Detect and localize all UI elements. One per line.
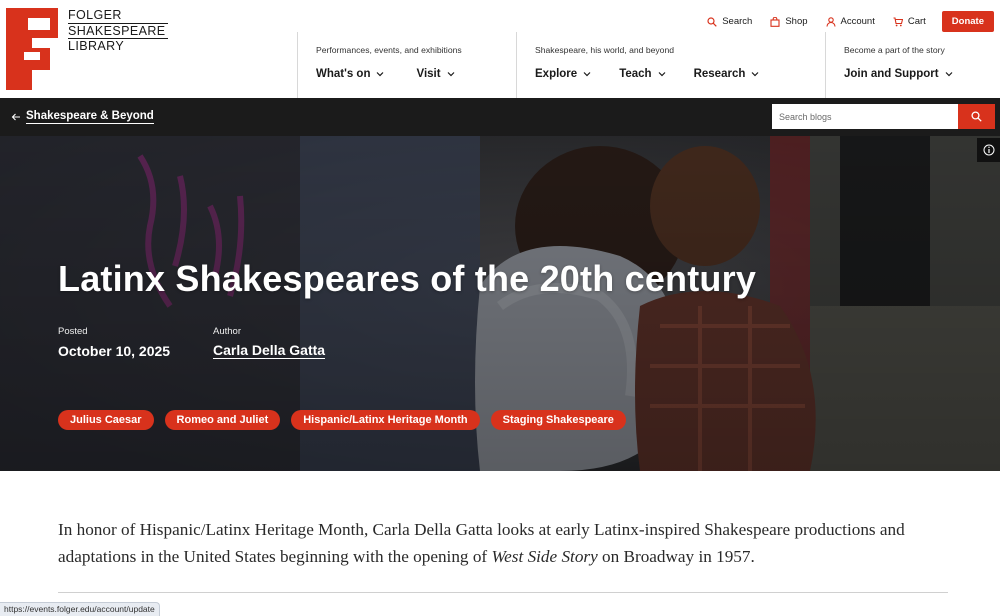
nav-group-performances: Performances, events, and exhibitions Wh… [297, 32, 517, 98]
blog-back-link[interactable]: Shakespeare & Beyond [11, 110, 154, 124]
tag-julius-caesar[interactable]: Julius Caesar [58, 410, 154, 430]
folger-logo[interactable]: FOLGER SHAKESPEARE LIBRARY [6, 8, 168, 90]
nav-item-teach[interactable]: Teach [619, 68, 666, 80]
shop-link[interactable]: Shop [770, 16, 808, 27]
nav-item-label: Teach [619, 68, 652, 80]
nav-item-label: What's on [316, 68, 371, 80]
tag-romeo-and-juliet[interactable]: Romeo and Juliet [164, 410, 281, 430]
account-link-label: Account [840, 16, 875, 27]
chevron-down-icon [377, 72, 384, 77]
utility-bar: Search Shop Account Cart Donate [689, 11, 994, 32]
shopping-bag-icon [770, 16, 780, 27]
nav-caption: Become a part of the story [844, 45, 945, 55]
cart-icon [893, 16, 903, 26]
nav-caption: Shakespeare, his world, and beyond [535, 45, 675, 55]
blog-search-input[interactable] [772, 104, 958, 129]
divider [58, 592, 948, 593]
lede-title-italic: West Side Story [491, 547, 598, 566]
nav-item-visit[interactable]: Visit [416, 68, 454, 80]
nav-group-shakespeare: Shakespeare, his world, and beyond Explo… [516, 32, 825, 98]
site-header: FOLGER SHAKESPEARE LIBRARY Search Shop A… [0, 0, 1000, 98]
author-meta: Author Carla Della Gatta [213, 326, 326, 359]
account-link[interactable]: Account [825, 16, 875, 27]
blog-bar: Shakespeare & Beyond [0, 98, 1000, 136]
chevron-down-icon [945, 72, 952, 77]
lede-text-end: on Broadway in 1957. [597, 547, 755, 566]
blog-search-button[interactable] [958, 104, 995, 129]
article-title: Latinx Shakespeares of the 20th century [58, 258, 757, 299]
arrow-left-icon [11, 113, 20, 121]
image-info-button[interactable] [977, 138, 1000, 162]
tag-list: Julius Caesar Romeo and Juliet Hispanic/… [58, 410, 626, 430]
nav-group-support: Become a part of the story Join and Supp… [825, 32, 1000, 98]
blog-back-label: Shakespeare & Beyond [26, 110, 154, 124]
nav-item-join-and-support[interactable]: Join and Support [844, 68, 953, 80]
logo-wordmark: FOLGER SHAKESPEARE LIBRARY [68, 9, 168, 53]
donate-button[interactable]: Donate [941, 11, 994, 32]
logo-line-2: SHAKESPEARE [68, 23, 166, 38]
folger-f-logo-icon [6, 8, 58, 90]
posted-meta: Posted October 10, 2025 [58, 326, 170, 359]
search-icon [971, 111, 982, 122]
tag-staging-shakespeare[interactable]: Staging Shakespeare [490, 410, 626, 430]
posted-date: October 10, 2025 [58, 343, 171, 359]
article-lede: In honor of Hispanic/Latinx Heritage Mon… [58, 516, 948, 570]
status-bar-url: https://events.folger.edu/account/update [0, 602, 160, 616]
chevron-down-icon [658, 72, 666, 77]
nav-item-label: Visit [416, 68, 441, 80]
nav-item-label: Join and Support [844, 68, 939, 80]
nav-item-label: Research [693, 68, 746, 80]
nav-caption: Performances, events, and exhibitions [316, 45, 462, 55]
cart-link[interactable]: Cart [893, 16, 926, 27]
search-icon [707, 16, 717, 27]
shop-link-label: Shop [785, 16, 808, 27]
logo-line-1: FOLGER [68, 8, 122, 22]
cart-link-label: Cart [907, 16, 926, 27]
tag-hispanic-latinx-heritage-month[interactable]: Hispanic/Latinx Heritage Month [291, 410, 480, 430]
nav-item-explore[interactable]: Explore [535, 68, 591, 80]
logo-line-3: LIBRARY [68, 39, 125, 53]
nav-item-label: Explore [535, 68, 578, 80]
author-label: Author [213, 326, 241, 337]
posted-label: Posted [58, 326, 88, 337]
user-icon [825, 16, 836, 27]
chevron-down-icon [447, 72, 454, 77]
lede-text-start: In honor of Hispanic/Latinx Heritage Mon… [58, 520, 905, 566]
info-icon [983, 144, 994, 156]
nav-item-whats-on[interactable]: What's on [316, 68, 384, 80]
chevron-down-icon [583, 72, 591, 77]
search-link-label: Search [722, 16, 753, 27]
author-link[interactable]: Carla Della Gatta [213, 343, 326, 359]
hero-banner: Latinx Shakespeares of the 20th century … [0, 136, 1000, 471]
nav-item-research[interactable]: Research [694, 68, 760, 80]
search-link[interactable]: Search [707, 16, 752, 27]
chevron-down-icon [751, 72, 759, 77]
